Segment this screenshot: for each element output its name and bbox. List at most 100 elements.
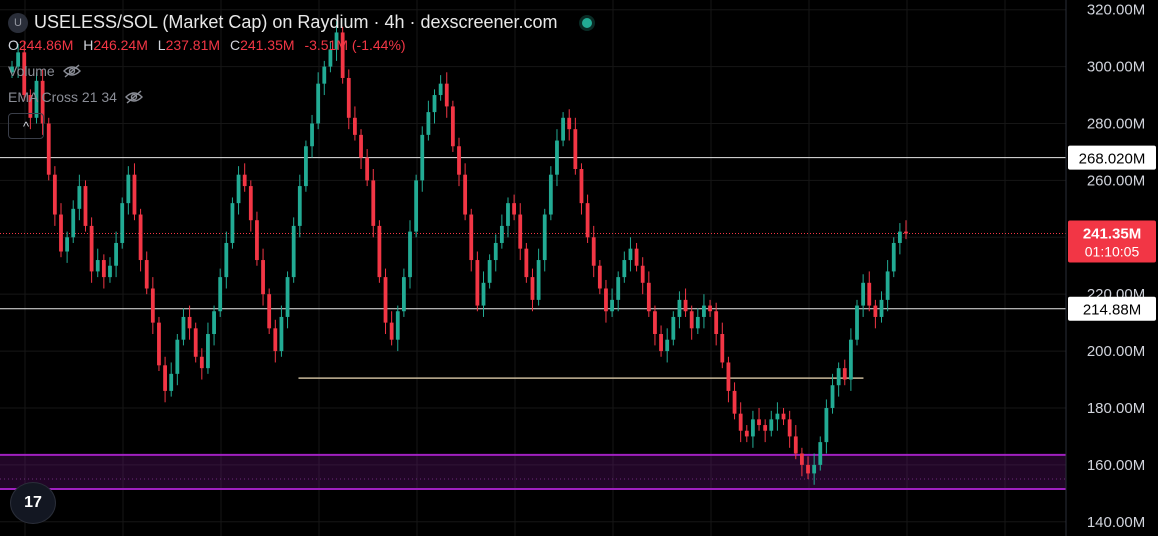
- candle-body: [800, 453, 804, 465]
- candle-body: [824, 407, 829, 443]
- candle-body: [585, 203, 590, 238]
- candle-body: [71, 208, 76, 238]
- eye-hidden-icon[interactable]: [62, 64, 81, 78]
- price-axis: [1066, 0, 1158, 536]
- ohlc-high-value: 246.24M: [93, 37, 148, 53]
- y-tick-label: 180.00M: [1087, 400, 1145, 417]
- last-price-label: 241.35M: [1083, 225, 1141, 242]
- candle-body: [708, 305, 712, 312]
- y-tick-label: 140.00M: [1087, 514, 1145, 531]
- candle-body: [646, 282, 651, 312]
- candle-body: [414, 180, 419, 232]
- candle-body: [604, 288, 608, 312]
- candle-body: [150, 288, 155, 323]
- candle-body: [279, 316, 284, 352]
- bar-countdown-label: 01:10:05: [1085, 243, 1140, 259]
- y-tick-label: 160.00M: [1087, 457, 1145, 474]
- candle-body: [181, 316, 186, 340]
- live-status-icon: [581, 17, 592, 28]
- candle-body: [665, 339, 670, 352]
- candle-body: [781, 413, 786, 420]
- chevron-up-icon: ^: [22, 118, 30, 134]
- candle-body: [702, 305, 706, 317]
- indicator-volume-label: Volume: [8, 63, 55, 79]
- candle-body: [524, 248, 529, 278]
- candle-body: [891, 242, 896, 272]
- candle-body: [187, 316, 192, 329]
- y-tick-label: 200.00M: [1087, 343, 1145, 360]
- candle-body: [897, 231, 902, 243]
- candle-body: [163, 365, 167, 391]
- candle-body: [579, 169, 584, 204]
- ohlc-open-key: O: [8, 37, 19, 53]
- candle-body: [395, 311, 400, 340]
- collapse-legend-button[interactable]: ^: [8, 113, 44, 139]
- candle-body: [542, 214, 547, 261]
- candle-body: [236, 174, 241, 204]
- candle-body: [261, 260, 265, 295]
- candle-body: [726, 362, 731, 391]
- candle-body: [683, 299, 688, 312]
- level-price-label: 214.88M: [1083, 302, 1141, 319]
- candle-body: [597, 265, 602, 289]
- candle-body: [904, 231, 908, 234]
- candle-body: [377, 225, 382, 278]
- candle-body: [169, 373, 174, 391]
- candle-body: [738, 413, 743, 431]
- chart-legend: U USELESS/SOL (Market Cap) on Raydium · …: [8, 12, 592, 139]
- candle-body: [65, 237, 70, 252]
- y-tick-label: 300.00M: [1087, 59, 1145, 76]
- candle-body: [689, 311, 694, 329]
- y-tick-label: 320.00M: [1087, 2, 1145, 19]
- candle-body: [291, 225, 296, 278]
- candle-body: [218, 277, 223, 312]
- level-price-label: 268.020M: [1079, 151, 1146, 168]
- indicator-volume[interactable]: Volume: [8, 63, 592, 79]
- candle-body: [365, 157, 370, 181]
- candle-body: [475, 260, 480, 306]
- candle-body: [83, 186, 88, 226]
- candle-body: [77, 186, 82, 209]
- candle-body: [469, 214, 474, 261]
- candle-body: [371, 180, 376, 226]
- candle-body: [493, 242, 498, 261]
- candle-body: [401, 277, 406, 312]
- candle-body: [640, 265, 645, 283]
- candle-body: [389, 322, 394, 340]
- candle-body: [506, 203, 510, 226]
- eye-hidden-icon[interactable]: [124, 90, 143, 104]
- support-zone: [0, 454, 1066, 490]
- candle-body: [548, 174, 553, 215]
- candle-body: [671, 316, 676, 340]
- tradingview-logo[interactable]: 17: [10, 482, 56, 524]
- candle-body: [769, 419, 774, 431]
- candle-body: [114, 242, 118, 266]
- candle-body: [285, 277, 290, 317]
- ohlc-readout: O244.86M H246.24M L237.81M C241.35M -3.5…: [8, 37, 592, 53]
- candle-body: [732, 390, 737, 414]
- logo-text: 17: [24, 494, 42, 511]
- candle-body: [885, 271, 890, 300]
- candle-body: [848, 339, 853, 380]
- candle-body: [536, 260, 541, 300]
- ohlc-close-key: C: [229, 37, 241, 53]
- ohlc-low-key: L: [157, 37, 166, 53]
- candle-body: [120, 203, 125, 243]
- candle-body: [297, 186, 302, 226]
- candle-body: [144, 260, 149, 289]
- ohlc-change: -3.51M (-1.44%): [304, 37, 406, 53]
- candle-body: [193, 328, 198, 357]
- candle-body: [628, 248, 633, 261]
- candle-body: [879, 299, 884, 317]
- candle-body: [793, 436, 798, 454]
- candle-body: [763, 425, 768, 431]
- y-tick-label: 260.00M: [1087, 172, 1145, 189]
- candle-body: [408, 231, 412, 278]
- candle-body: [132, 174, 137, 215]
- candle-body: [267, 294, 272, 329]
- candle-body: [481, 282, 486, 306]
- indicator-ema-cross[interactable]: EMA Cross 21 34: [8, 89, 592, 105]
- candle-body: [89, 225, 94, 272]
- candle-body: [383, 277, 388, 323]
- candle-body: [242, 174, 247, 187]
